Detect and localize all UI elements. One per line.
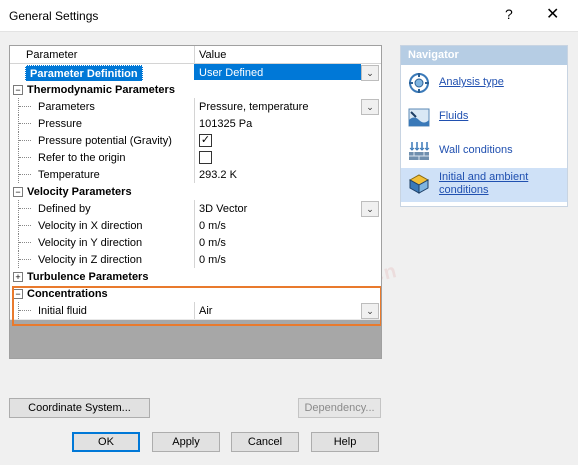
cancel-button[interactable]: Cancel — [231, 432, 299, 452]
row-pressure-potential[interactable]: Pressure potential (Gravity) ✓ — [10, 132, 381, 150]
category-thermodynamic[interactable]: − Thermodynamic Parameters — [10, 81, 381, 99]
column-divider — [194, 302, 195, 319]
row-value: Pressure, temperature — [199, 101, 309, 113]
value-column-header: Value — [199, 49, 227, 61]
collapse-icon[interactable]: − — [13, 289, 23, 299]
row-label: Pressure potential (Gravity) — [38, 135, 172, 147]
row-value: 0 m/s — [199, 237, 226, 249]
row-value: 101325 Pa — [199, 118, 253, 130]
apply-button[interactable]: Apply — [152, 432, 220, 452]
nav-item-label: Initial and ambient conditions — [439, 171, 529, 196]
column-divider — [194, 98, 195, 115]
tree-connector — [18, 200, 31, 217]
tree-connector — [18, 234, 31, 251]
row-pressure[interactable]: Pressure 101325 Pa — [10, 115, 381, 133]
row-value: 0 m/s — [199, 220, 226, 232]
wall-conditions-icon — [409, 142, 430, 160]
analysis-type-icon — [409, 73, 429, 93]
category-turbulence[interactable]: + Turbulence Parameters — [10, 268, 381, 286]
category-label: Velocity Parameters — [27, 186, 132, 198]
category-concentrations[interactable]: − Concentrations — [10, 285, 381, 303]
row-label: Velocity in Z direction — [38, 254, 142, 266]
row-value: 3D Vector — [199, 203, 248, 215]
row-label: Pressure — [38, 118, 83, 130]
row-value: Air — [199, 305, 213, 317]
help-button[interactable]: Help — [311, 432, 379, 452]
property-grid: Parameter Value Parameter Definition Use… — [9, 45, 382, 359]
nav-item-analysis-type[interactable]: Analysis type — [401, 68, 567, 98]
row-temperature[interactable]: Temperature 293.2 K — [10, 166, 381, 184]
tree-connector — [18, 132, 31, 149]
grid-header: Parameter Value — [10, 46, 381, 64]
column-divider — [194, 149, 195, 166]
row-label: Velocity in Y direction — [38, 237, 143, 249]
column-divider — [194, 46, 195, 63]
category-label: Turbulence Parameters — [27, 271, 149, 283]
nav-item-label: Analysis type — [439, 76, 504, 88]
column-divider — [194, 251, 195, 268]
column-divider — [194, 115, 195, 132]
row-label: Initial fluid — [38, 305, 87, 317]
row-label: Temperature — [38, 169, 100, 181]
row-velocity-z[interactable]: Velocity in Z direction 0 m/s — [10, 251, 381, 269]
row-velocity-x[interactable]: Velocity in X direction 0 m/s — [10, 217, 381, 235]
row-label: Parameters — [38, 101, 95, 113]
row-value: 293.2 K — [199, 169, 237, 181]
row-velocity-y[interactable]: Velocity in Y direction 0 m/s — [10, 234, 381, 252]
column-divider — [194, 217, 195, 234]
nav-item-wall-conditions[interactable]: Wall conditions — [401, 136, 567, 166]
row-defined-by[interactable]: Defined by 3D Vector ⌄ — [10, 200, 381, 218]
dialog-title: General Settings — [9, 9, 99, 23]
fluids-icon — [408, 108, 430, 127]
row-label: Defined by — [38, 203, 91, 215]
collapse-icon[interactable]: − — [13, 187, 23, 197]
dropdown-chevron-icon[interactable]: ⌄ — [361, 99, 379, 115]
column-divider — [194, 166, 195, 183]
tree-connector — [18, 98, 31, 115]
row-value: 0 m/s — [199, 254, 226, 266]
tree-connector — [18, 302, 31, 319]
dropdown-chevron-icon[interactable]: ⌄ — [361, 65, 379, 81]
refer-to-origin-checkbox[interactable] — [199, 151, 212, 164]
dropdown-chevron-icon[interactable]: ⌄ — [361, 303, 379, 319]
close-icon[interactable]: ✕ — [546, 4, 559, 24]
nav-item-initial-conditions[interactable]: Initial and ambient conditions — [401, 168, 567, 202]
navigator-title: Navigator — [401, 46, 567, 65]
row-parameters[interactable]: Parameters Pressure, temperature ⌄ — [10, 98, 381, 116]
tree-connector — [18, 166, 31, 183]
collapse-icon[interactable]: − — [13, 85, 23, 95]
row-value: User Defined — [199, 67, 264, 79]
dropdown-chevron-icon[interactable]: ⌄ — [361, 201, 379, 217]
initial-conditions-icon — [408, 174, 430, 194]
help-icon[interactable]: ? — [505, 6, 513, 22]
row-refer-to-origin[interactable]: Refer to the origin — [10, 149, 381, 167]
navigator-panel: Navigator Analysis type Fluids Wall cond… — [400, 45, 568, 207]
dependency-button[interactable]: Dependency... — [298, 398, 381, 418]
row-label: Refer to the origin — [38, 152, 126, 164]
nav-item-fluids[interactable]: Fluids — [401, 102, 567, 132]
category-label: Concentrations — [27, 288, 108, 300]
category-velocity[interactable]: − Velocity Parameters — [10, 183, 381, 201]
coordinate-system-button[interactable]: Coordinate System... — [9, 398, 150, 418]
ok-button[interactable]: OK — [72, 432, 140, 452]
column-divider — [194, 200, 195, 217]
column-divider — [194, 234, 195, 251]
row-initial-fluid[interactable]: Initial fluid Air ⌄ — [10, 302, 381, 320]
nav-item-label: Fluids — [439, 110, 469, 122]
row-parameter-definition[interactable]: Parameter Definition User Defined ⌄ — [10, 64, 381, 83]
expand-icon[interactable]: + — [13, 272, 23, 282]
tree-connector — [18, 149, 31, 166]
row-label: Velocity in X direction — [38, 220, 143, 232]
column-divider — [194, 132, 195, 149]
tree-connector — [18, 217, 31, 234]
title-bar: General Settings ? ✕ — [0, 0, 578, 32]
tree-connector — [18, 251, 31, 268]
parameter-column-header: Parameter — [26, 49, 78, 61]
category-label: Thermodynamic Parameters — [27, 84, 175, 96]
pressure-potential-checkbox[interactable]: ✓ — [199, 134, 212, 147]
tree-connector — [18, 115, 31, 132]
nav-item-label: Wall conditions — [439, 144, 513, 156]
